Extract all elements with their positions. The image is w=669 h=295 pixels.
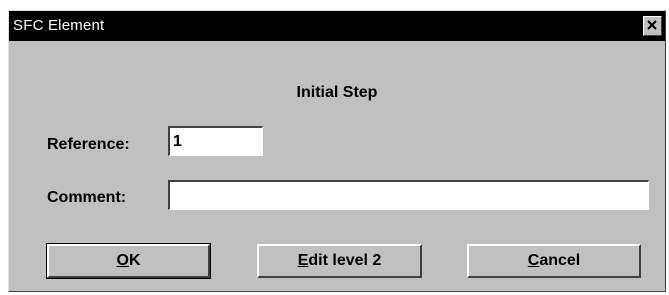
cancel-mnemonic: C: [527, 252, 540, 269]
reference-label: Reference:: [47, 136, 130, 153]
cancel-label-rest: ancel: [539, 252, 581, 269]
ok-mnemonic: O: [116, 252, 129, 269]
ok-label-rest: K: [128, 252, 141, 269]
window-title: SFC Element: [13, 17, 105, 34]
comment-input[interactable]: [168, 180, 649, 210]
edit-label-rest: dit level 2: [308, 252, 382, 269]
cancel-button[interactable]: Cancel: [467, 244, 641, 278]
element-type-heading: Initial Step: [296, 84, 378, 101]
ok-button[interactable]: OK: [46, 243, 211, 279]
title-bar[interactable]: SFC Element: [9, 11, 665, 41]
sfc-element-dialog: SFC Element Initial Step Reference: Comm…: [8, 10, 666, 292]
close-button[interactable]: [643, 16, 662, 36]
edit-level-2-button[interactable]: Edit level 2: [257, 244, 422, 278]
comment-label: Comment:: [47, 189, 127, 206]
close-icon: [647, 20, 657, 30]
edit-mnemonic: E: [297, 252, 309, 269]
reference-input[interactable]: [168, 126, 263, 156]
